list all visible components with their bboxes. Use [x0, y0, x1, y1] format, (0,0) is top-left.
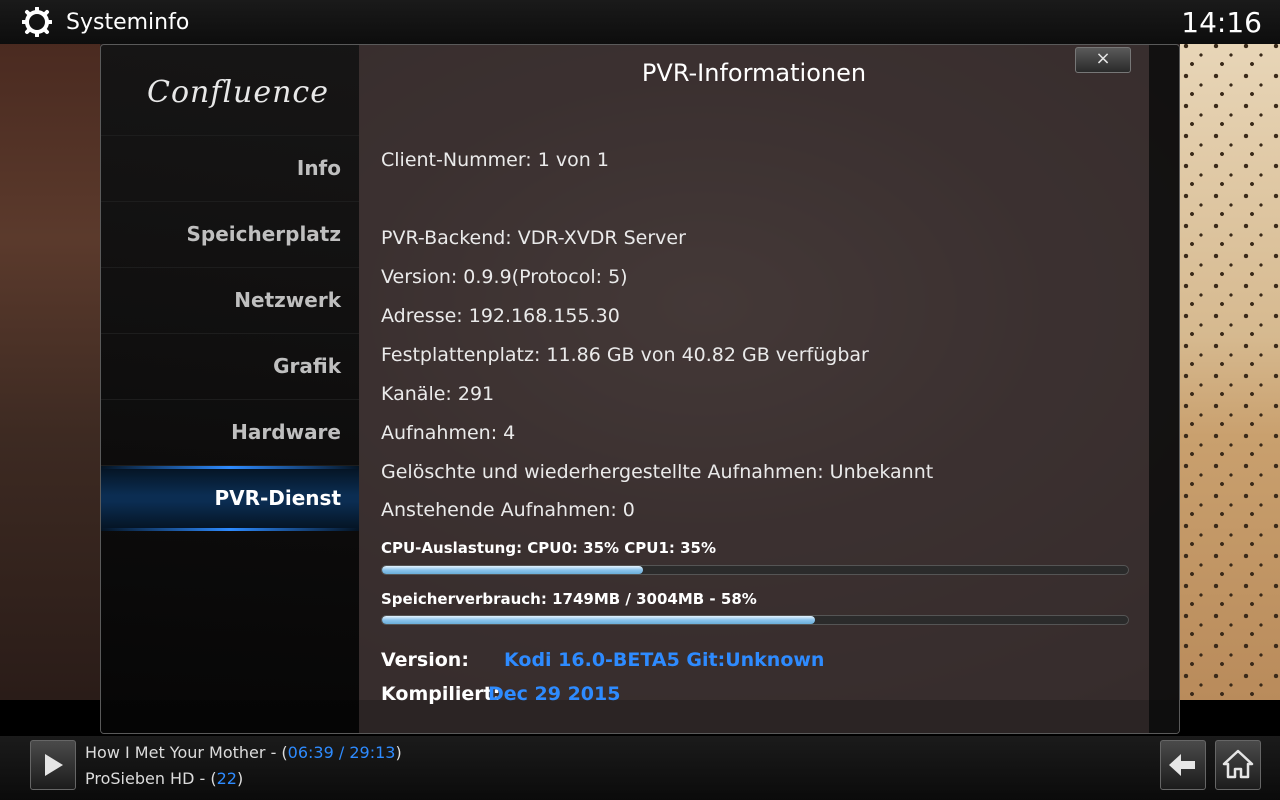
play-icon: [45, 754, 63, 776]
system-info-dialog: Confluence Info Speicherplatz Netzwerk G…: [100, 44, 1180, 734]
home-icon: [1222, 749, 1254, 779]
pvr-version: Version: 0.9.9(Protocol: 5): [381, 266, 628, 288]
now-playing-title: How I Met Your Mother - (06:39 / 29:13): [85, 743, 402, 762]
compiled-label: Kompiliert:: [381, 683, 501, 705]
confluence-logo: Confluence: [147, 75, 329, 110]
sidebar-menu: Info Speicherplatz Netzwerk Grafik Hardw…: [101, 135, 359, 531]
sidebar: Confluence Info Speicherplatz Netzwerk G…: [101, 45, 359, 733]
now-playing-channel-suffix: ): [236, 769, 244, 788]
sidebar-item-hardware[interactable]: Hardware: [101, 399, 359, 465]
back-arrow-icon: [1169, 754, 1195, 776]
close-button[interactable]: ×: [1075, 47, 1131, 73]
now-playing-title-suffix: ): [395, 743, 402, 762]
sidebar-item-storage[interactable]: Speicherplatz: [101, 201, 359, 267]
memory-usage-label: Speicherverbrauch: 1749MB / 3004MB - 58%: [381, 590, 757, 608]
client-number: Client-Nummer: 1 von 1: [381, 149, 609, 171]
now-playing-channel-number: 22: [216, 769, 237, 788]
play-button[interactable]: [30, 740, 76, 790]
gear-icon: [22, 7, 52, 37]
dialog-title: PVR-Informationen: [641, 59, 867, 87]
cpu-usage-bar: [381, 565, 1129, 575]
pending-recordings: Anstehende Aufnahmen: 0: [381, 499, 635, 521]
kodi-version-label: Version:: [381, 649, 469, 671]
disk-space: Festplattenplatz: 11.86 GB von 40.82 GB …: [381, 344, 869, 366]
sidebar-item-info[interactable]: Info: [101, 135, 359, 201]
pvr-address: Adresse: 192.168.155.30: [381, 305, 620, 327]
channel-count: Kanäle: 291: [381, 383, 495, 405]
sidebar-item-network[interactable]: Netzwerk: [101, 267, 359, 333]
background-right: [1180, 40, 1280, 700]
sidebar-item-graphics[interactable]: Grafik: [101, 333, 359, 399]
recording-count: Aufnahmen: 4: [381, 422, 516, 444]
pvr-backend: PVR-Backend: VDR-XVDR Server: [381, 227, 686, 249]
window-title: Systeminfo: [66, 10, 190, 35]
deleted-recordings: Gelöschte und wiederhergestellte Aufnahm…: [381, 461, 934, 483]
top-bar: Systeminfo 14:16: [0, 0, 1280, 44]
cpu-usage-fill: [382, 566, 644, 574]
now-playing-time: 06:39 / 29:13: [287, 743, 396, 762]
now-playing-channel-prefix: ProSieben HD - (: [85, 769, 217, 788]
back-button[interactable]: [1160, 740, 1206, 790]
compiled-value: Dec 29 2015: [488, 683, 621, 705]
memory-usage-bar: [381, 615, 1129, 625]
clock: 14:16: [1181, 6, 1262, 39]
kodi-version-value: Kodi 16.0-BETA5 Git:Unknown: [504, 649, 825, 671]
scrollbar[interactable]: [1149, 45, 1179, 733]
memory-usage-fill: [382, 616, 815, 624]
cpu-usage-label: CPU-Auslastung: CPU0: 35% CPU1: 35%: [381, 539, 717, 557]
sidebar-item-pvr-service[interactable]: PVR-Dienst: [101, 465, 359, 531]
home-button[interactable]: [1215, 740, 1261, 790]
now-playing-channel: ProSieben HD - (22): [85, 769, 243, 788]
now-playing-title-prefix: How I Met Your Mother - (: [85, 743, 288, 762]
